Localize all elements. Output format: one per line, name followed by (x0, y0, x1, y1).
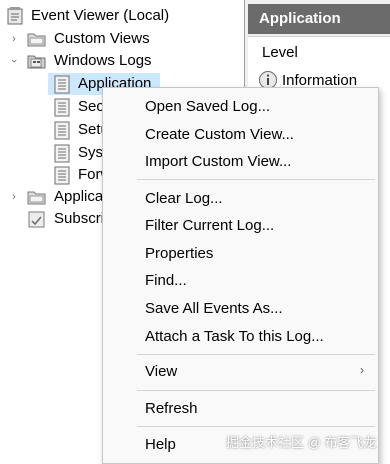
menu-separator (137, 354, 375, 355)
chevron-down-icon[interactable]: › (8, 55, 20, 67)
menu-item-refresh[interactable]: Refresh (145, 399, 198, 419)
menu-item-attach-task[interactable]: Attach a Task To this Log... (145, 327, 324, 347)
folder-icon (27, 33, 46, 47)
menu-separator (137, 179, 375, 180)
log-header-title: Application (259, 10, 341, 27)
folder-icon (27, 191, 46, 205)
menu-item-help[interactable]: Help (145, 435, 176, 455)
event-viewer-icon (7, 7, 23, 25)
tree-item-custom-views[interactable]: › Custom Views (0, 28, 244, 50)
log-icon (54, 144, 70, 163)
tree-item-event-viewer-local[interactable]: Event Viewer (Local) (0, 5, 244, 27)
log-icon (54, 98, 70, 117)
context-menu: Open Saved Log... Create Custom View... … (102, 87, 379, 464)
tree-label-applications: Applica (54, 188, 104, 205)
log-icon (54, 75, 70, 94)
tree-label-windows-logs: Windows Logs (54, 52, 152, 69)
menu-item-properties[interactable]: Properties (145, 244, 213, 264)
chevron-right-icon[interactable]: › (8, 191, 20, 203)
menu-item-find[interactable]: Find... (145, 271, 187, 291)
menu-item-open-saved-log[interactable]: Open Saved Log... (145, 97, 270, 117)
tree-label-event-viewer: Event Viewer (Local) (31, 7, 170, 24)
windows-logs-folder-icon (27, 55, 46, 69)
log-icon (54, 121, 70, 140)
menu-item-clear-log[interactable]: Clear Log... (145, 189, 223, 209)
chevron-right-icon[interactable]: › (8, 33, 20, 45)
column-header-level[interactable]: Level (262, 44, 298, 61)
menu-item-save-all-events-as[interactable]: Save All Events As... (145, 299, 283, 319)
submenu-arrow-icon: › (360, 363, 364, 377)
log-icon (54, 166, 70, 185)
tree-item-windows-logs[interactable]: › Windows Logs (0, 50, 244, 72)
menu-item-view[interactable]: View (145, 362, 177, 382)
tree-label-custom-views: Custom Views (54, 30, 150, 47)
subscriptions-icon (28, 211, 45, 228)
menu-item-import-custom-view[interactable]: Import Custom View... (145, 152, 291, 172)
menu-item-create-custom-view[interactable]: Create Custom View... (145, 125, 294, 145)
watermark-text: 掘金技术社区 @ 布客飞龙 (226, 435, 377, 450)
menu-separator (137, 426, 375, 427)
event-level-value: Information (282, 71, 358, 89)
menu-separator (137, 390, 375, 391)
menu-item-filter-current-log[interactable]: Filter Current Log... (145, 216, 274, 236)
log-header: Application (248, 4, 390, 34)
tree-label-subscriptions: Subscri (54, 210, 105, 227)
